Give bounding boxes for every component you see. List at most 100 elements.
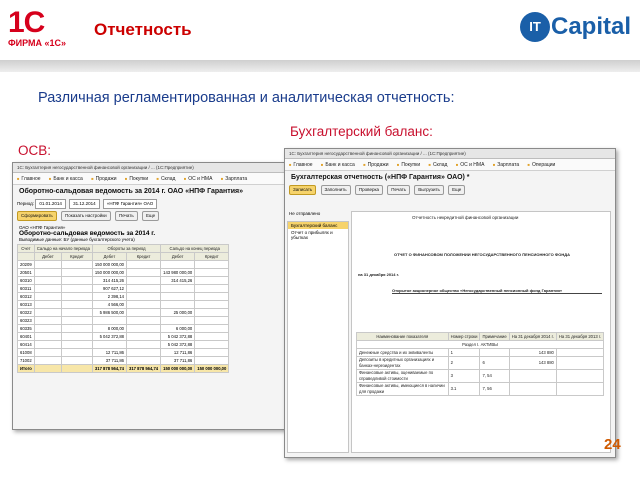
print-button[interactable]: Печать	[114, 211, 138, 221]
menu-item[interactable]: Склад	[429, 162, 448, 168]
col-header: На 31 декабря 2014 г.	[508, 332, 557, 341]
balance-form: Отчетность некредитной финансовой органи…	[351, 211, 611, 453]
menu-item[interactable]: Покупки	[125, 176, 148, 182]
balance-sections-list: Бухгалтерский баланс Отчет о прибылях и …	[287, 221, 349, 453]
section-item[interactable]: Отчет о прибылях и убытках	[288, 229, 348, 241]
amount-cell	[194, 284, 230, 293]
menu-item[interactable]: Склад	[157, 176, 176, 182]
menu-item[interactable]: Главное	[289, 162, 313, 168]
account-cell: 60414	[17, 340, 35, 349]
osv-period-row: Период: 01.01.2014 31.12.2014 «НПФ Гаран…	[13, 198, 313, 210]
org-name: Открытое акционерное общество «Негосудар…	[392, 288, 602, 294]
col-header: Сальдо на начало периода	[33, 244, 93, 253]
osv-subheader-row: Дебет Кредит Дебет Кредит Дебет Кредит	[17, 252, 230, 261]
menu-item[interactable]: Продажи	[91, 176, 116, 182]
table-row[interactable]: 60312 2 398,14	[17, 292, 230, 301]
amount-cell	[194, 268, 230, 277]
more-button[interactable]: Еще	[448, 185, 466, 195]
col-header: Сальдо на конец периода	[160, 244, 230, 253]
menu-item[interactable]: Главное	[17, 176, 41, 182]
form-report-button[interactable]: Сформировать	[17, 211, 57, 221]
value-cell: 1	[447, 348, 481, 357]
amount-cell: 314 415,26	[91, 276, 128, 285]
period-from-field[interactable]: 01.01.2014	[35, 199, 66, 209]
value-cell[interactable]	[508, 369, 557, 383]
table-row[interactable]: 60310 314 415,26 314 415,26	[17, 276, 230, 285]
value-cell[interactable]	[555, 369, 605, 383]
table-row[interactable]: 71002 37 711,86 37 711,86	[17, 356, 230, 365]
account-cell: 60401	[17, 332, 35, 341]
menu-item[interactable]: ОС и НМА	[456, 162, 485, 168]
menu-item[interactable]: Банк и касса	[49, 176, 83, 182]
table-row[interactable]: 60414 5 042 372,88	[17, 340, 230, 349]
osv-toolbar: Сформировать Показать настройки Печать Е…	[13, 210, 313, 222]
value-cell[interactable]	[555, 356, 605, 370]
check-button[interactable]: Проверка	[354, 185, 384, 195]
show-settings-button[interactable]: Показать настройки	[61, 211, 111, 221]
amount-cell	[33, 276, 63, 285]
section-item[interactable]: Бухгалтерский баланс	[288, 222, 348, 229]
col-header: Обороты за период	[91, 244, 162, 253]
table-row[interactable]: 61008 12 711,86 12 711,86	[17, 348, 230, 357]
menu-item[interactable]: Продажи	[363, 162, 388, 168]
table-row[interactable]: 60323	[17, 316, 230, 325]
balance-table: Наименование показателя Номер строки При…	[356, 332, 605, 396]
amount-cell	[33, 268, 63, 277]
amount-cell: 12 711,86	[160, 348, 196, 357]
more-button[interactable]: Еще	[141, 211, 160, 221]
menu-item[interactable]: Покупки	[397, 162, 420, 168]
menu-item[interactable]: Зарплата	[493, 162, 519, 168]
report-date: на 31 декабря 2014 г.	[358, 272, 399, 277]
table-row[interactable]: 20501 150 000 000,00 143 980 000,00	[17, 268, 230, 277]
amount-cell	[126, 300, 162, 309]
table-row[interactable]: Финансовые активы, оцениваемые по справе…	[356, 369, 605, 383]
record-button[interactable]: Записать	[289, 185, 317, 195]
value-cell[interactable]: 143 880	[508, 356, 557, 370]
table-row[interactable]: 60401 5 042 372,88 5 042 372,88	[17, 332, 230, 341]
value-cell[interactable]	[555, 348, 605, 357]
upload-button[interactable]: Выгрузить	[414, 185, 444, 195]
table-row[interactable]: 20209 150 000 000,00	[17, 260, 230, 269]
fill-button[interactable]: Заполнить	[320, 185, 351, 195]
amount-cell	[61, 356, 93, 365]
value-cell: 2	[447, 356, 481, 370]
table-row[interactable]: Депозиты в кредитных организациях и банк…	[356, 356, 605, 370]
amount-cell	[33, 292, 63, 301]
amount-cell	[61, 284, 93, 293]
logo-1c-firm: ФИРМА «1С»	[8, 38, 67, 48]
amount-cell	[160, 260, 196, 269]
value-cell: 3	[447, 369, 481, 383]
print-button[interactable]: Печать	[387, 185, 411, 195]
table-row[interactable]: 60313 4 566,00	[17, 300, 230, 309]
menu-item[interactable]: Банк и касса	[321, 162, 355, 168]
table-row[interactable]: Финансовые активы, имеющиеся в наличии д…	[356, 382, 605, 396]
table-row[interactable]: Денежные средства и их эквиваленты 1 143 8…	[356, 348, 605, 357]
amount-cell	[33, 356, 63, 365]
value-cell[interactable]: 143 880	[508, 348, 557, 357]
page-number: 24	[604, 436, 621, 453]
value-cell[interactable]	[508, 382, 557, 396]
indicator-cell: Денежные средства и их эквиваленты	[356, 348, 449, 357]
col-header: Счет	[17, 244, 35, 253]
balance-window: 1С: Бухгалтерия негосударственной финанс…	[284, 148, 616, 458]
table-row[interactable]: 60322 5 986 500,00 25 000,00	[17, 308, 230, 317]
value-cell[interactable]	[555, 382, 605, 396]
table-row[interactable]: 60335 8 000,00 6 000,00	[17, 324, 230, 333]
menu-item[interactable]: ОС и НМА	[184, 176, 213, 182]
amount-cell: 8 000,00	[91, 324, 128, 333]
period-to-field[interactable]: 31.12.2014	[69, 199, 100, 209]
header-divider	[0, 60, 640, 72]
amount-cell	[126, 276, 162, 285]
col-header: Примечание	[479, 332, 510, 341]
osv-report-head: ОАО «НПФ Гарантия» Оборотно-сальдовая ве…	[13, 222, 313, 242]
account-cell: 60311	[17, 284, 35, 293]
menu-item[interactable]: Операции	[528, 162, 556, 168]
amount-cell	[33, 332, 63, 341]
table-row[interactable]: 60311 907 627,12	[17, 284, 230, 293]
amount-cell	[194, 356, 230, 365]
organization-field[interactable]: «НПФ Гарантия» ОАО	[102, 199, 158, 209]
subcol-header: Кредит	[194, 252, 230, 261]
osv-header-row: Счет Сальдо на начало периода Обороты за…	[17, 244, 230, 253]
total-cell: 150 000 000,00	[160, 364, 196, 373]
menu-item[interactable]: Зарплата	[221, 176, 247, 182]
